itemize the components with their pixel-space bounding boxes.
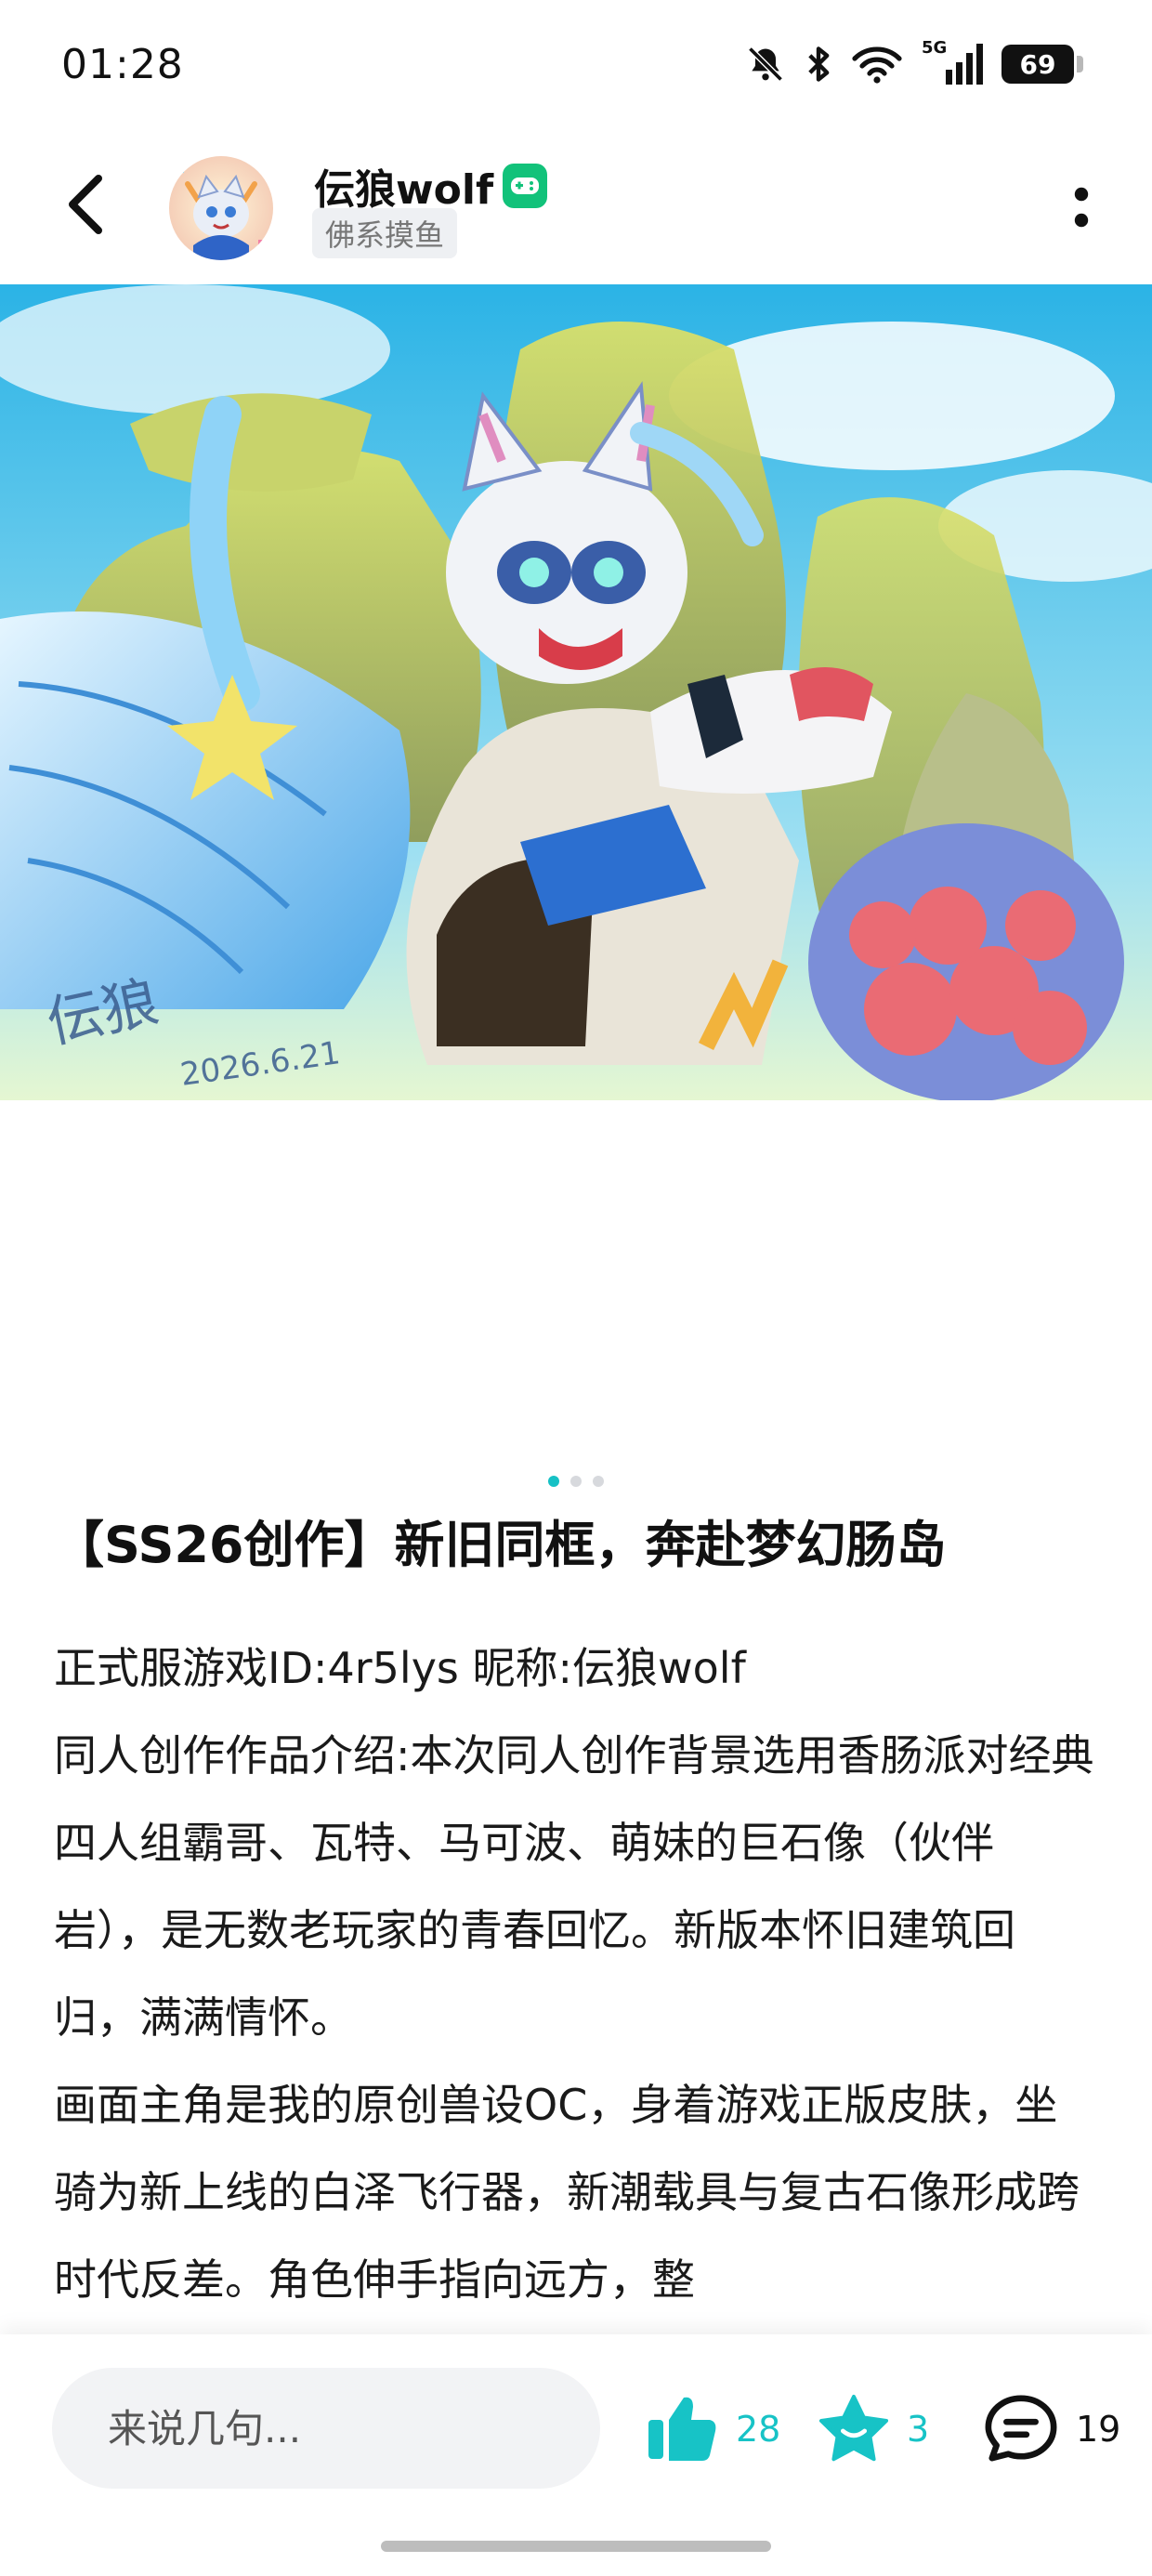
wifi-icon (851, 44, 903, 85)
post-paragraph: 同人创作作品介绍:本次同人创作背景选用香肠派对经典四人组霸哥、瓦特、马可波、萌妹… (54, 1730, 1094, 2043)
post-body: 正式服游戏ID:4r5lys 昵称:伝狼wolf 同人创作作品介绍:本次同人创作… (54, 1624, 1094, 2331)
like-button[interactable]: 28 (645, 2392, 780, 2466)
carousel-dot[interactable] (570, 1476, 582, 1487)
favorite-count: 3 (907, 2409, 930, 2450)
more-options-button[interactable] (1054, 177, 1109, 242)
star-icon (818, 2392, 890, 2466)
battery-icon: 69 (1001, 45, 1083, 84)
username-row: 伝狼wolf (314, 156, 548, 216)
comment-bubble-icon (983, 2392, 1059, 2466)
post-paragraph: 正式服游戏ID:4r5lys 昵称:伝狼wolf (54, 1643, 746, 1693)
like-count: 28 (736, 2409, 781, 2450)
comments-button[interactable]: 19 (983, 2392, 1120, 2466)
post-image[interactable]: 伝狼 2026.6.21 (0, 284, 1152, 1100)
back-button[interactable] (52, 173, 119, 240)
post-paragraph: 画面主角是我的原创兽设OC，身着游戏正版皮肤，坐骑为新上线的白泽飞行器，新潮载具… (54, 2080, 1080, 2305)
comment-input[interactable] (52, 2368, 600, 2489)
carousel-dot[interactable] (593, 1476, 604, 1487)
home-indicator[interactable] (381, 2541, 771, 2552)
username[interactable]: 伝狼wolf (314, 156, 493, 216)
bottom-action-bar: 28 3 19 (0, 2334, 1152, 2576)
mute-icon (745, 44, 786, 85)
comment-count: 19 (1076, 2409, 1121, 2450)
status-icons: 5G 69 (745, 38, 1083, 87)
user-tag: 佛系摸鱼 (312, 208, 458, 258)
status-bar: 01:28 5G 69 (0, 0, 1152, 139)
avatar[interactable] (169, 156, 273, 260)
carousel-indicator (0, 1476, 1152, 1487)
post-header: 伝狼wolf 佛系摸鱼 (0, 139, 1152, 279)
chevron-left-icon (65, 173, 106, 240)
post-title: 【SS26创作】新旧同框，奔赴梦幻肠岛 (54, 1516, 947, 1574)
more-vertical-icon (1074, 187, 1089, 231)
game-controller-badge-icon (503, 164, 548, 208)
signal-icon: 5G (922, 38, 983, 86)
thumbs-up-icon (645, 2392, 719, 2466)
favorite-button[interactable]: 3 (818, 2392, 929, 2466)
bluetooth-icon (805, 44, 832, 85)
status-time: 01:28 (61, 41, 184, 88)
battery-level: 69 (1019, 48, 1056, 80)
carousel-dot-active[interactable] (548, 1476, 559, 1487)
